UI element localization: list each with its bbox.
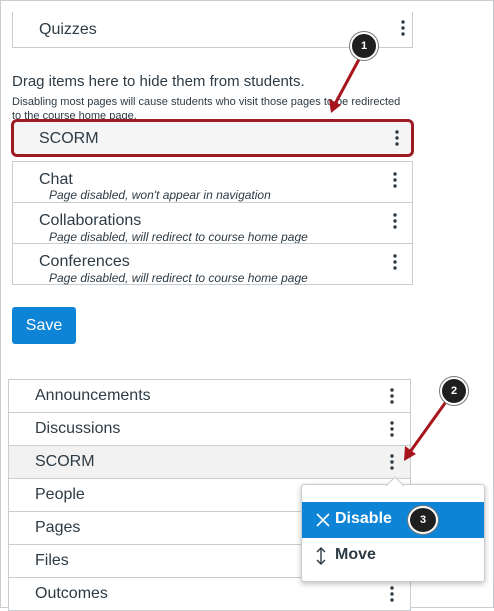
callout-3: 3 — [408, 506, 438, 534]
callout-2: 2 — [440, 377, 468, 405]
arrow-1 — [329, 49, 366, 113]
callout-1: 1 — [350, 32, 378, 60]
